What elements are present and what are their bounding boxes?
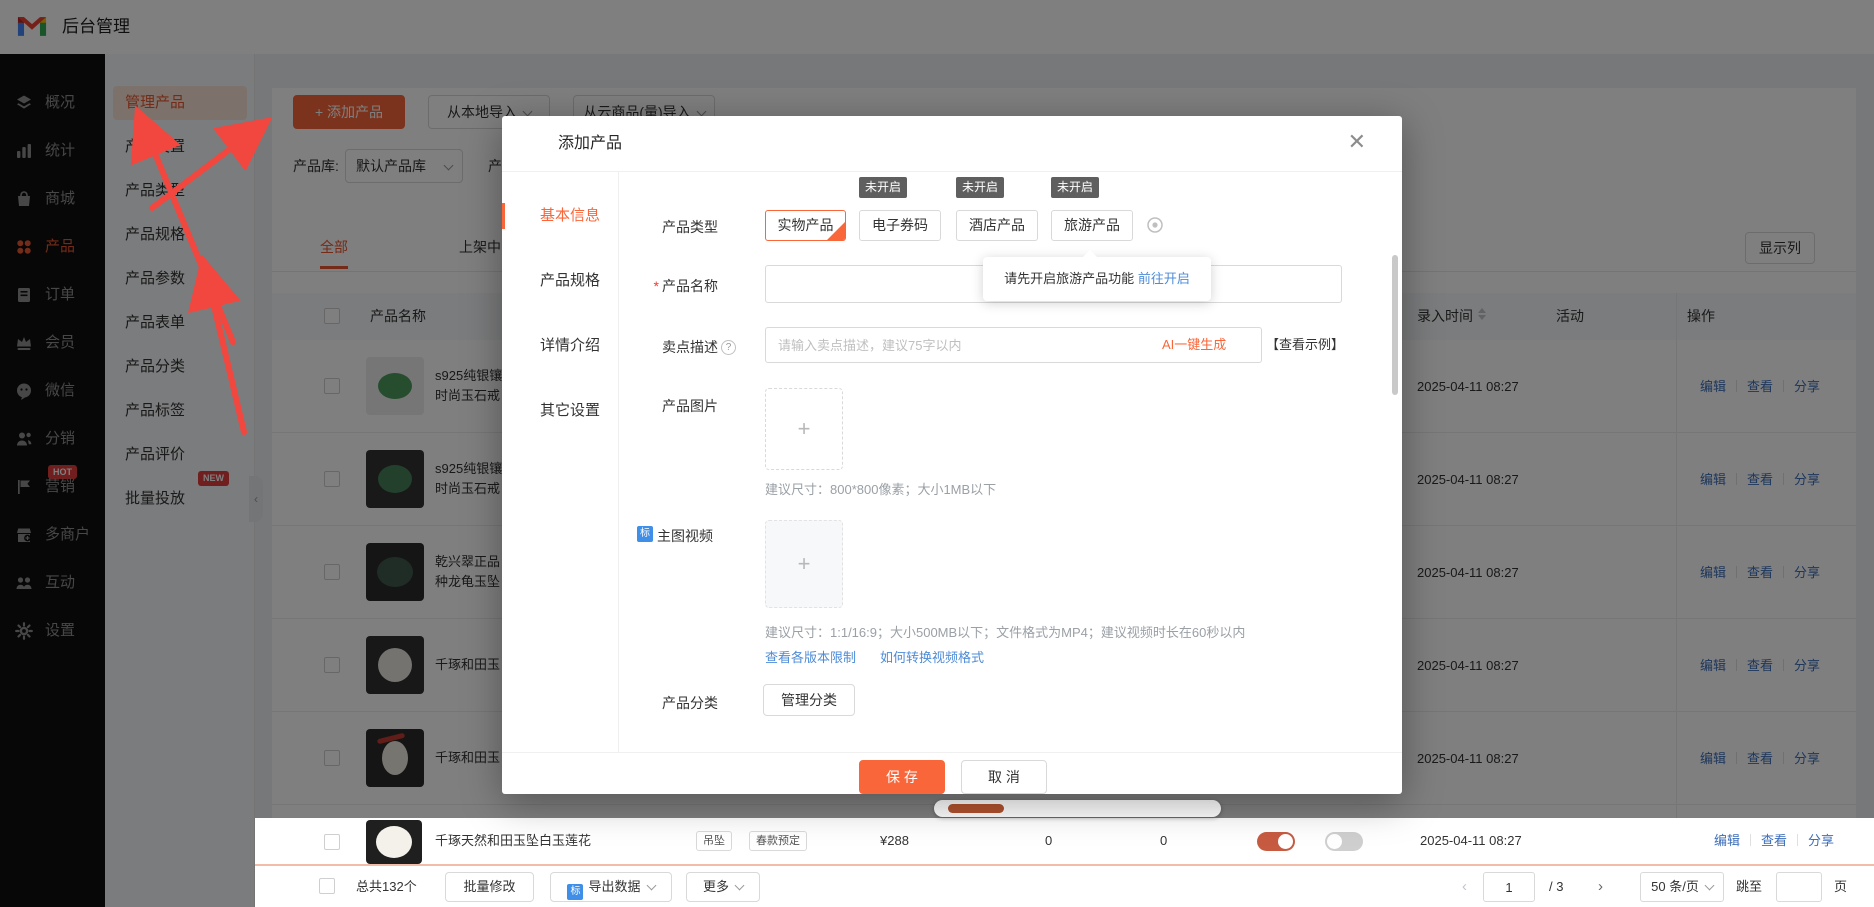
page-number-input[interactable] (1483, 872, 1535, 902)
version-limits-link[interactable]: 查看各版本限制 (765, 647, 856, 666)
add-product-modal: 添加产品 ✕ 基本信息 产品规格 详情介绍 其它设置 产品类型 未开启 未开启 … (502, 116, 1402, 794)
disabled-badge: 未开启 (956, 177, 1004, 198)
stock-value: 0 (1045, 818, 1052, 864)
travel-product-tooltip: 请先开启旅游产品功能 前往开启 (983, 257, 1211, 301)
row-actions: 编辑 查看 分享 (1714, 818, 1834, 864)
admin-screen: 后台管理 概况 统计 商城 产品 订单 会员 微信 分销 HOT (0, 0, 1874, 907)
save-button[interactable]: 保 存 (859, 760, 945, 794)
name-label: *产品名称 (622, 276, 718, 296)
type-label: 产品类型 (622, 217, 718, 237)
convert-format-link[interactable]: 如何转换视频格式 (880, 647, 984, 666)
modal-tab-column: 基本信息 产品规格 详情介绍 其它设置 (502, 172, 619, 752)
video-upload-box[interactable]: + (765, 520, 843, 608)
ai-generate-link[interactable]: AI一键生成 (1162, 327, 1226, 363)
check-icon: ✓ (836, 212, 844, 241)
product-name: 千琢天然和田玉坠白玉莲花 (435, 818, 591, 864)
row-checkbox[interactable] (324, 834, 340, 850)
modal-tab-specs[interactable]: 产品规格 (502, 261, 618, 301)
on-sale-toggle[interactable] (1257, 832, 1295, 851)
image-upload-box[interactable]: + (765, 388, 843, 470)
page-footer: 总共132个 批量修改 标导出数据 更多 ‹ / 3 › 50 条/页 跳至 页 (255, 866, 1874, 907)
export-data-button[interactable]: 标导出数据 (550, 872, 672, 902)
product-thumbnail (366, 820, 422, 864)
jump-page-input[interactable] (1776, 872, 1822, 902)
view-example-link[interactable]: 【查看示例】 (1266, 327, 1344, 363)
image-hint: 建议尺寸：800*800像素；大小1MB以下 (765, 479, 996, 498)
selling-label: 卖点描述 (622, 337, 718, 357)
close-icon[interactable]: ✕ (1348, 131, 1366, 153)
plus-icon: + (798, 551, 811, 577)
product-tag: 吊坠 (696, 831, 732, 851)
share-link[interactable]: 分享 (1808, 833, 1834, 848)
visible-table-row: 千琢天然和田玉坠白玉莲花 吊坠 春款预定 ¥288 0 0 2025-04-11… (255, 818, 1874, 866)
row-date: 2025-04-11 08:27 (1420, 818, 1522, 864)
chevron-down-icon (1704, 881, 1714, 891)
cancel-button[interactable]: 取 消 (961, 760, 1047, 794)
scrollbar-thumb[interactable] (948, 804, 1004, 813)
modal-tab-basic-info[interactable]: 基本信息 (502, 196, 618, 236)
video-label: 主图视频 (657, 526, 718, 546)
disabled-badge: 未开启 (859, 177, 907, 198)
modal-tab-other[interactable]: 其它设置 (502, 391, 618, 431)
select-all-checkbox[interactable] (319, 878, 335, 894)
image-label: 产品图片 (622, 396, 718, 416)
product-tag: 春款预定 (749, 831, 807, 851)
type-evoucher-button[interactable]: 电子券码 (859, 210, 941, 241)
chevron-down-icon (735, 881, 745, 891)
video-hint: 建议尺寸：1:1/16:9；大小500MB以下；文件格式为MP4；建议视频时长在… (765, 622, 1245, 641)
horizontal-scrollbar[interactable] (934, 800, 1221, 817)
jump-unit: 页 (1834, 866, 1847, 907)
view-link[interactable]: 查看 (1761, 833, 1787, 848)
product-price: ¥288 (880, 818, 909, 864)
type-travel-button[interactable]: 旅游产品 (1051, 210, 1133, 241)
modal-tab-details[interactable]: 详情介绍 (502, 326, 618, 366)
prev-page-icon[interactable]: ‹ (1462, 866, 1467, 907)
edit-link[interactable]: 编辑 (1714, 833, 1740, 848)
disabled-badge: 未开启 (1051, 177, 1099, 198)
modal-header: 添加产品 ✕ (502, 116, 1402, 172)
chevron-down-icon (646, 881, 656, 891)
modal-footer: 保 存 取 消 (502, 752, 1402, 794)
next-page-icon[interactable]: › (1598, 866, 1603, 907)
modal-scrollbar-thumb[interactable] (1392, 255, 1398, 395)
help-icon[interactable]: ? (721, 340, 736, 355)
total-count: 总共132个 (356, 866, 417, 907)
type-hotel-button[interactable]: 酒店产品 (956, 210, 1038, 241)
more-button[interactable]: 更多 (686, 872, 760, 902)
eye-icon[interactable] (1146, 216, 1164, 237)
biao-icon: 标 (567, 884, 583, 900)
required-star: * (654, 278, 659, 294)
modal-title: 添加产品 (558, 116, 622, 172)
plus-icon: + (798, 416, 811, 442)
category-label: 产品分类 (622, 693, 718, 713)
enable-now-link[interactable]: 前往开启 (1138, 271, 1190, 286)
recommend-toggle[interactable] (1325, 832, 1363, 851)
bulk-edit-button[interactable]: 批量修改 (445, 872, 534, 902)
page-total: / 3 (1549, 866, 1563, 907)
modal-overlay-left (0, 818, 255, 907)
page-size-select[interactable]: 50 条/页 (1640, 872, 1724, 902)
type-physical-button[interactable]: 实物产品✓ (765, 210, 846, 241)
biao-icon: 标 (637, 526, 653, 542)
sales-value: 0 (1160, 818, 1167, 864)
manage-category-button[interactable]: 管理分类 (763, 684, 855, 716)
jump-label: 跳至 (1736, 866, 1762, 907)
